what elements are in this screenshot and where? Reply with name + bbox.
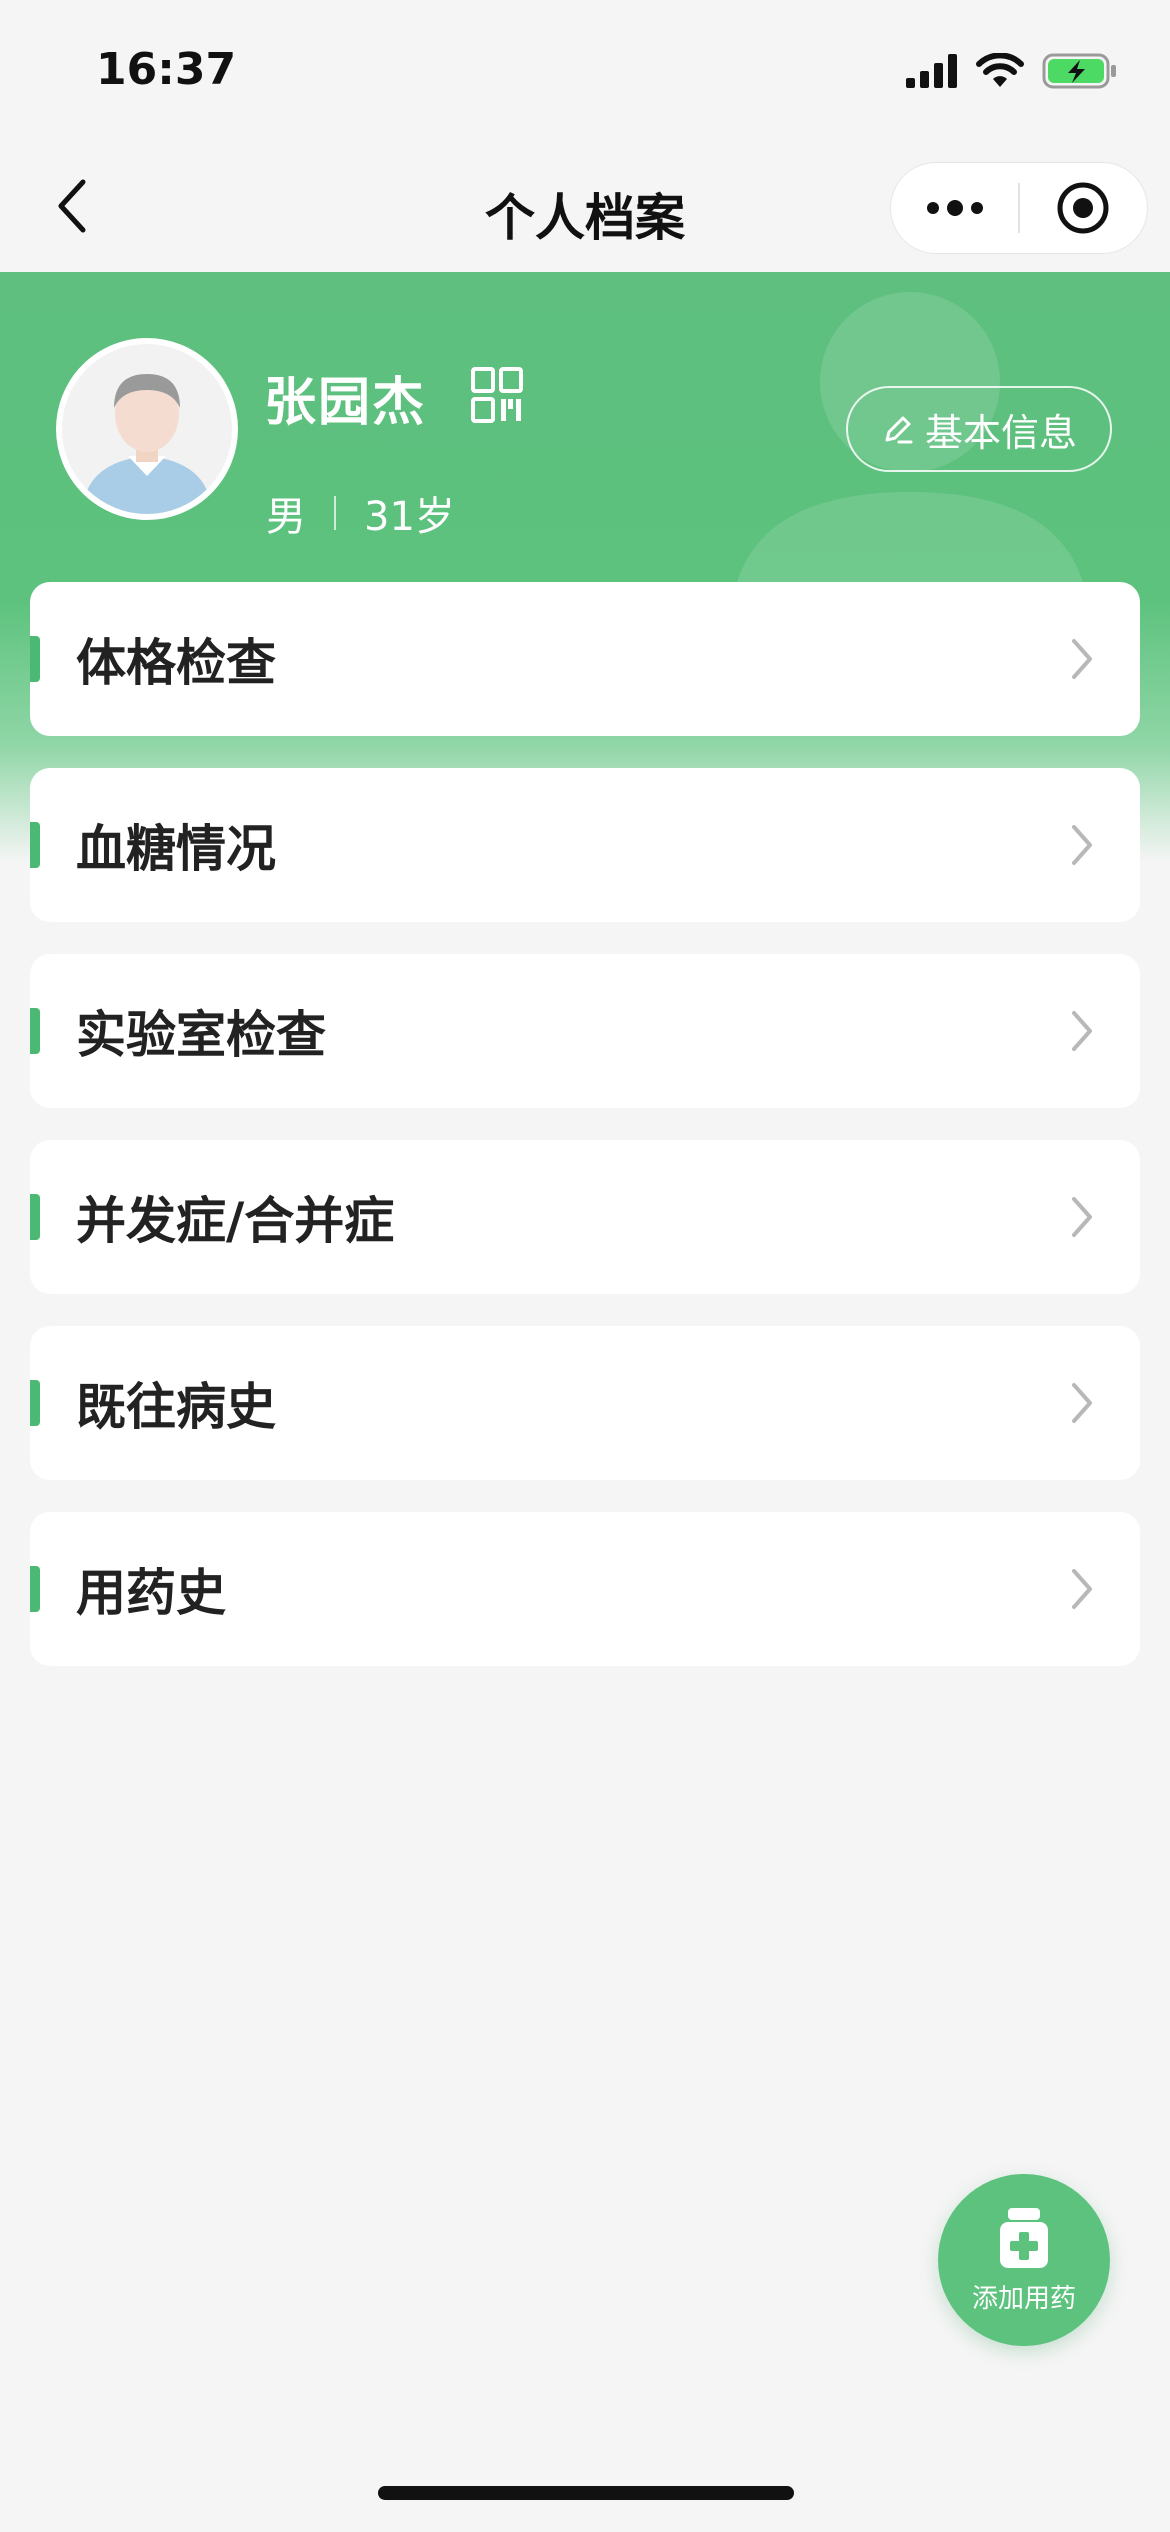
menu-item-label: 并发症/合并症	[76, 1192, 395, 1250]
edit-pencil-icon	[885, 416, 913, 444]
close-mini-program-button[interactable]	[1020, 162, 1147, 254]
menu-item-medication-history[interactable]: 用药史	[30, 1512, 1140, 1666]
nav-bar: 个人档案	[0, 150, 1170, 272]
avatar-person-icon	[62, 344, 232, 514]
menu-item-label: 实验室检查	[76, 1006, 326, 1064]
menu-item-medical-history[interactable]: 既往病史	[30, 1326, 1140, 1480]
user-name: 张园杰	[264, 373, 427, 433]
wifi-icon	[976, 53, 1024, 87]
battery-charging-icon	[1042, 53, 1116, 89]
menu-list: 体格检查 血糖情况 实验室检查 并发症/合并症 既往病史 用药史	[30, 582, 1140, 1698]
more-button[interactable]	[891, 162, 1018, 254]
chevron-right-icon	[1072, 825, 1092, 865]
menu-item-label: 用药史	[76, 1564, 226, 1622]
add-medication-button[interactable]: 添加用药	[938, 2174, 1110, 2346]
more-dots-icon	[926, 200, 983, 216]
menu-accent-bar	[30, 636, 40, 682]
status-time: 16:37	[96, 44, 237, 95]
user-gender: 男	[266, 494, 306, 540]
medicine-bottle-icon	[1000, 2207, 1048, 2268]
home-indicator	[378, 2486, 794, 2500]
chevron-right-icon	[1072, 639, 1092, 679]
chevron-right-icon	[1072, 1011, 1092, 1051]
menu-item-complications[interactable]: 并发症/合并症	[30, 1140, 1140, 1294]
qr-code-icon[interactable]	[470, 366, 524, 424]
basic-info-label: 基本信息	[924, 410, 1077, 455]
chevron-right-icon	[1072, 1197, 1092, 1237]
menu-item-label: 体格检查	[76, 634, 276, 692]
menu-item-physical-exam[interactable]: 体格检查	[30, 582, 1140, 736]
mini-program-capsule	[890, 162, 1148, 254]
add-medication-label: 添加用药	[971, 2283, 1076, 2314]
menu-accent-bar	[30, 822, 40, 868]
target-circle-icon	[1057, 182, 1109, 234]
menu-item-blood-glucose[interactable]: 血糖情况	[30, 768, 1140, 922]
menu-accent-bar	[30, 1566, 40, 1612]
avatar[interactable]	[56, 338, 238, 520]
menu-item-label: 既往病史	[76, 1378, 276, 1436]
menu-accent-bar	[30, 1194, 40, 1240]
menu-item-lab-tests[interactable]: 实验室检查	[30, 954, 1140, 1108]
user-age: 31岁	[364, 494, 455, 540]
menu-item-label: 血糖情况	[76, 820, 276, 878]
chevron-right-icon	[1072, 1383, 1092, 1423]
chevron-right-icon	[1072, 1569, 1092, 1609]
user-meta: 男 31岁	[266, 484, 455, 542]
menu-accent-bar	[30, 1008, 40, 1054]
menu-accent-bar	[30, 1380, 40, 1426]
signal-icon	[906, 54, 957, 88]
status-bar: 16:37	[0, 0, 1170, 150]
status-icons	[906, 52, 1118, 90]
meta-divider	[334, 496, 336, 530]
basic-info-button[interactable]: 基本信息	[846, 386, 1112, 472]
